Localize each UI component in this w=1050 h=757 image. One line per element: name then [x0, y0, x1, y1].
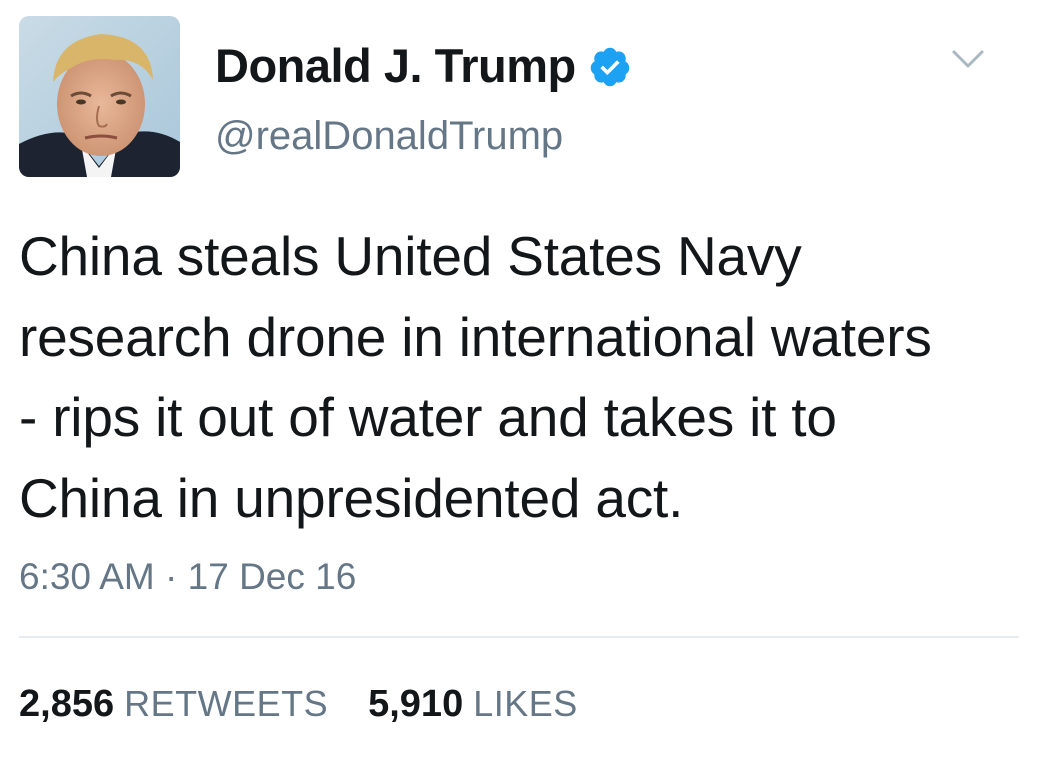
chevron-down-icon[interactable] — [950, 47, 986, 71]
tweet-timestamp[interactable]: 6:30 AM · 17 Dec 16 — [19, 554, 356, 600]
display-name-row[interactable]: Donald J. Trump — [215, 36, 632, 96]
tweet-card: Donald J. Trump @realDonaldTrump China s… — [0, 0, 1050, 757]
retweets-stat[interactable]: 2,856 RETWEETS — [19, 683, 328, 726]
verified-badge-icon — [588, 45, 632, 89]
divider — [19, 636, 1019, 638]
display-name[interactable]: Donald J. Trump — [215, 36, 576, 96]
tweet-stats: 2,856 RETWEETS 5,910 LIKES — [19, 683, 618, 733]
tweet-text: China steals United States Navy research… — [19, 225, 932, 529]
likes-stat[interactable]: 5,910 LIKES — [368, 683, 578, 726]
like-label: LIKES — [473, 683, 578, 724]
user-handle[interactable]: @realDonaldTrump — [215, 111, 563, 161]
like-count: 5,910 — [368, 683, 464, 725]
retweet-count: 2,856 — [19, 683, 115, 725]
avatar-image — [19, 16, 180, 177]
retweet-label: RETWEETS — [124, 683, 329, 724]
avatar[interactable] — [19, 16, 180, 177]
